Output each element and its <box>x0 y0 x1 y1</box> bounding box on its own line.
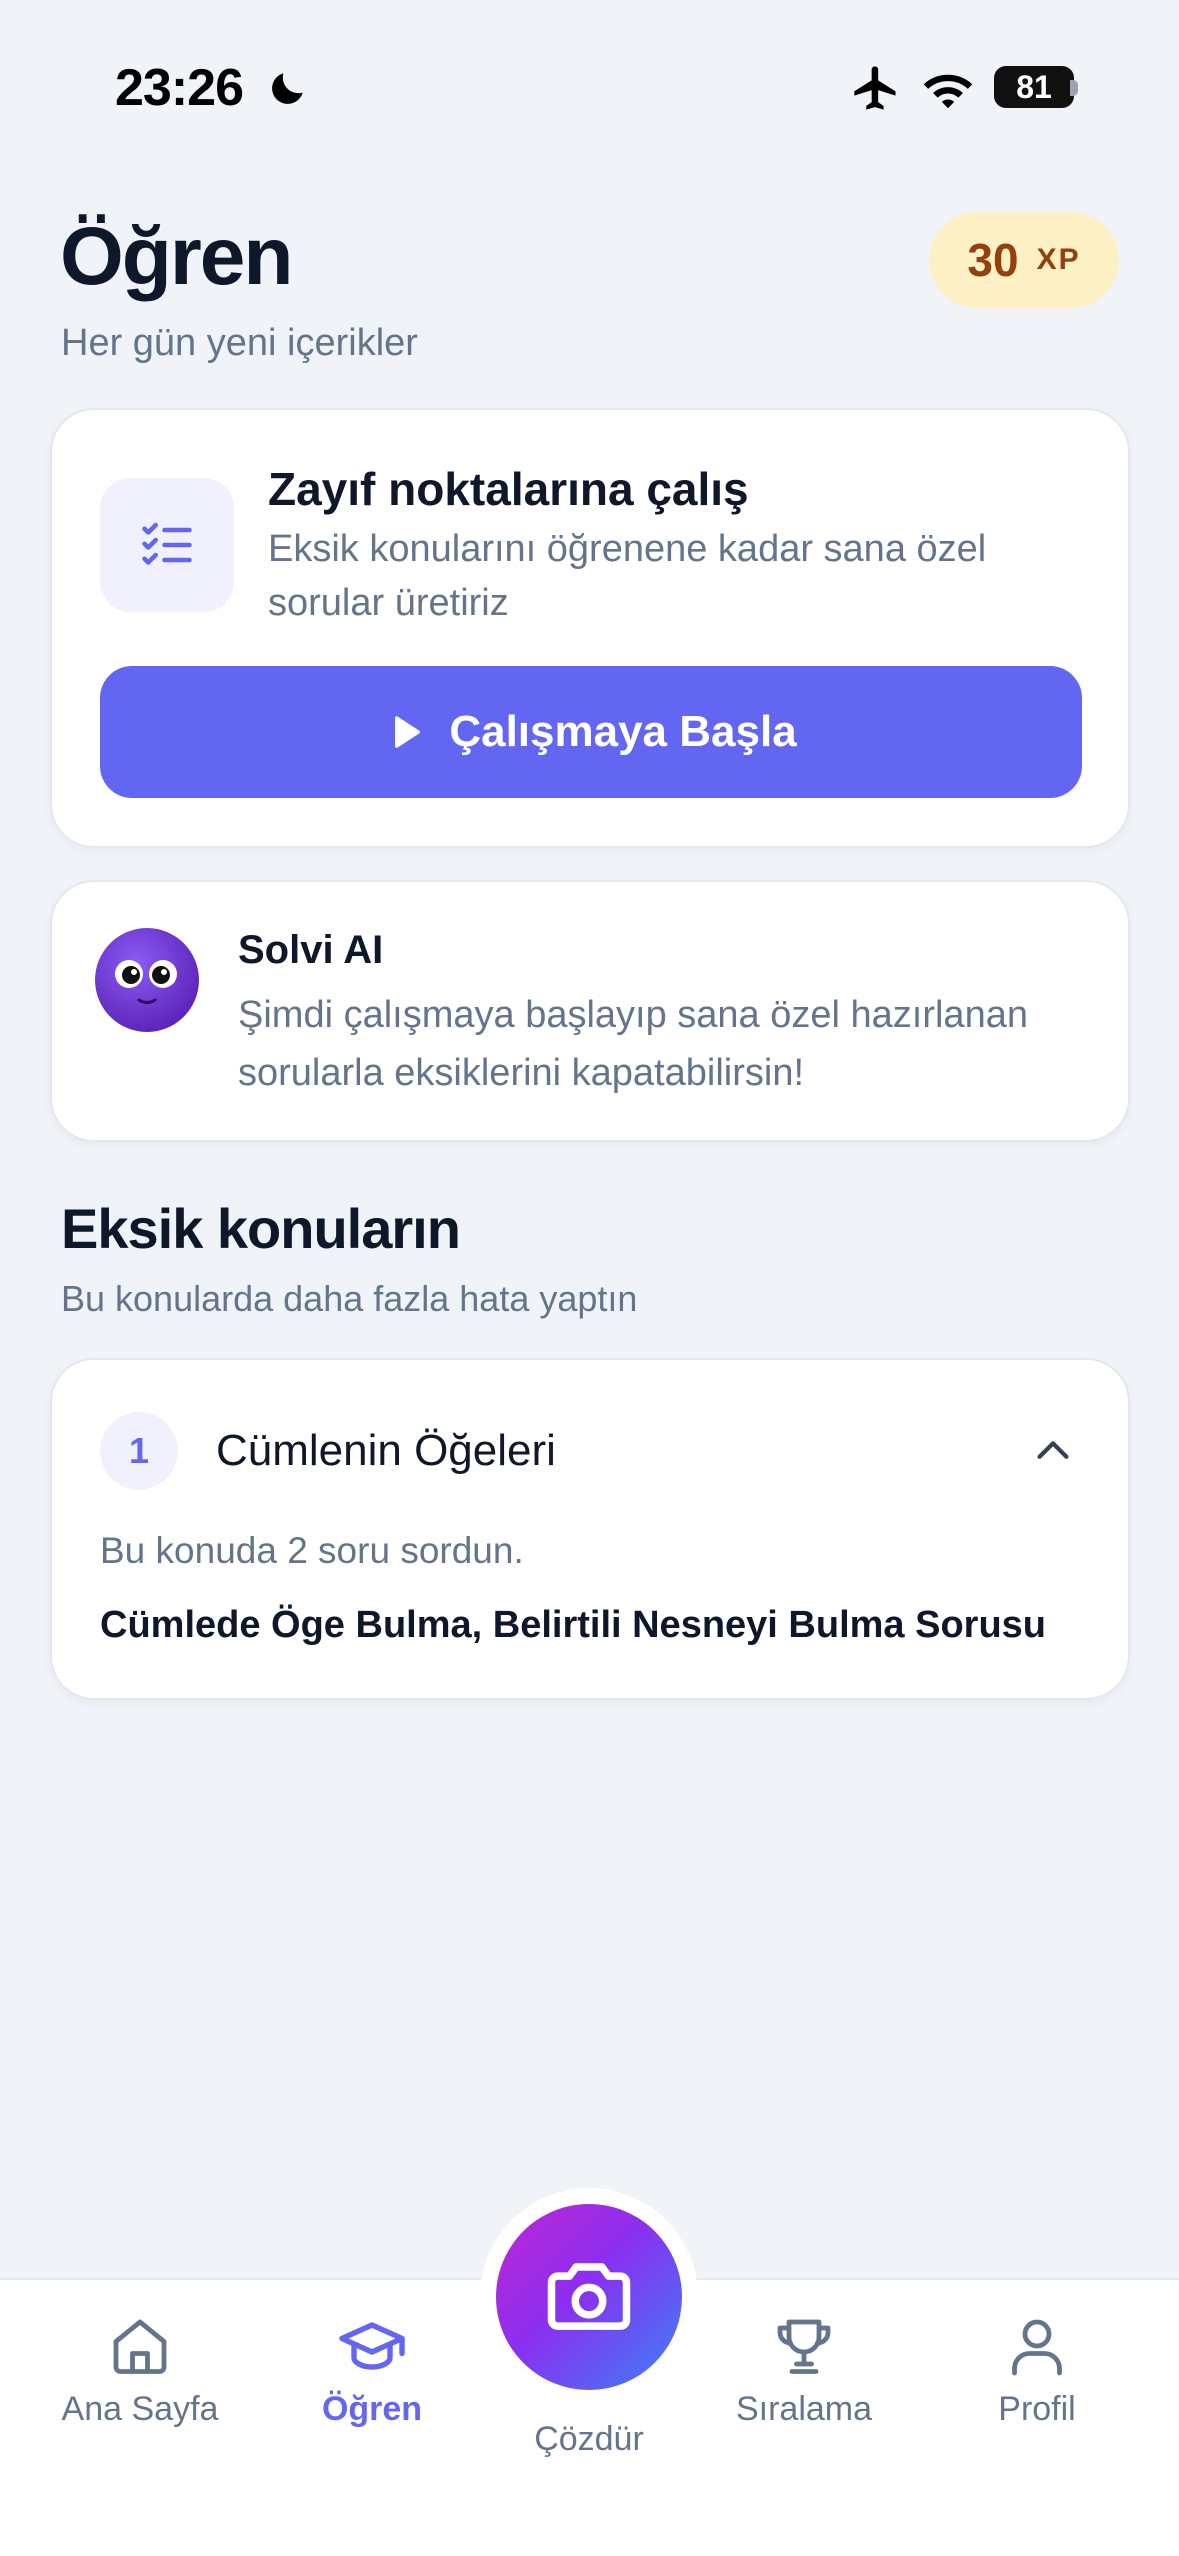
checklist-icon <box>142 522 192 565</box>
graduation-cap-icon <box>339 2322 405 2370</box>
nav-item-profile[interactable]: Profil <box>927 2310 1147 2450</box>
xp-value: 30 <box>967 234 1019 286</box>
moon-icon <box>272 73 303 104</box>
nav-item-learn[interactable]: Öğren <box>262 2310 482 2450</box>
status-bar: 23:26 81 <box>0 0 1179 170</box>
practice-title: Zayıf noktalarına çalış <box>268 463 749 515</box>
nav-label-solve: Çözdür <box>534 2420 644 2458</box>
topic-card[interactable]: 1 Cümlenin Öğeleri Bu konuda 2 soru sord… <box>50 1358 1130 1700</box>
nav-label-home: Ana Sayfa <box>61 2390 219 2428</box>
play-icon <box>395 716 421 748</box>
page-title: Öğren <box>60 211 293 302</box>
wifi-icon <box>923 74 973 109</box>
nav-label-profile: Profil <box>998 2390 1076 2428</box>
topic-subtopics: Cümlede Öge Bulma, Belirtili Nesneyi Bul… <box>100 1604 1047 1646</box>
chevron-up-icon[interactable] <box>1030 1428 1076 1474</box>
ai-message: Şimdi çalışmaya başlayıp sana özel hazır… <box>238 994 1028 1094</box>
ai-message-card: Solvi AI Şimdi çalışmaya başlayıp sana ö… <box>50 880 1130 1142</box>
xp-badge[interactable]: 30 XP <box>929 212 1119 308</box>
topic-title: Cümlenin Öğeleri <box>216 1426 556 1475</box>
status-time: 23:26 <box>115 59 244 117</box>
solvi-avatar <box>95 928 199 1032</box>
nav-label-learn: Öğren <box>321 2390 423 2428</box>
topic-number: 1 <box>100 1412 178 1490</box>
weak-topics-subtitle: Bu konularda daha fazla hata yaptın <box>61 1278 638 1319</box>
nav-label-ranking: Sıralama <box>735 2390 873 2428</box>
camera-icon <box>547 2263 631 2330</box>
topic-question-count: Bu konuda 2 soru sordun. <box>100 1530 524 1571</box>
battery-level: 81 <box>1016 68 1052 105</box>
nav-item-ranking[interactable]: Sıralama <box>694 2310 914 2450</box>
learn-screen: 23:26 81 Öğren Her gün yeni içerikler 30… <box>0 0 1179 2556</box>
trophy-icon <box>777 2319 831 2374</box>
battery-icon: 81 <box>994 66 1074 108</box>
weak-topics-title: Eksik konuların <box>61 1197 461 1260</box>
xp-unit: XP <box>1036 243 1081 276</box>
start-practice-button[interactable]: Çalışmaya Başla <box>100 666 1082 798</box>
airplane-icon <box>854 66 896 110</box>
solve-camera-button[interactable] <box>496 2204 682 2390</box>
page-subtitle: Her gün yeni içerikler <box>61 322 418 364</box>
start-practice-label: Çalışmaya Başla <box>449 707 797 756</box>
nav-item-home[interactable]: Ana Sayfa <box>30 2310 250 2450</box>
home-icon <box>113 2319 167 2374</box>
battery-cap <box>1070 80 1078 96</box>
practice-description: Eksik konularını öğrenene kadar sana öze… <box>268 528 987 624</box>
practice-card: Zayıf noktalarına çalış Eksik konularını… <box>50 408 1130 848</box>
ai-name: Solvi AI <box>238 928 384 972</box>
user-icon <box>1012 2319 1062 2376</box>
practice-icon-container <box>100 478 234 612</box>
